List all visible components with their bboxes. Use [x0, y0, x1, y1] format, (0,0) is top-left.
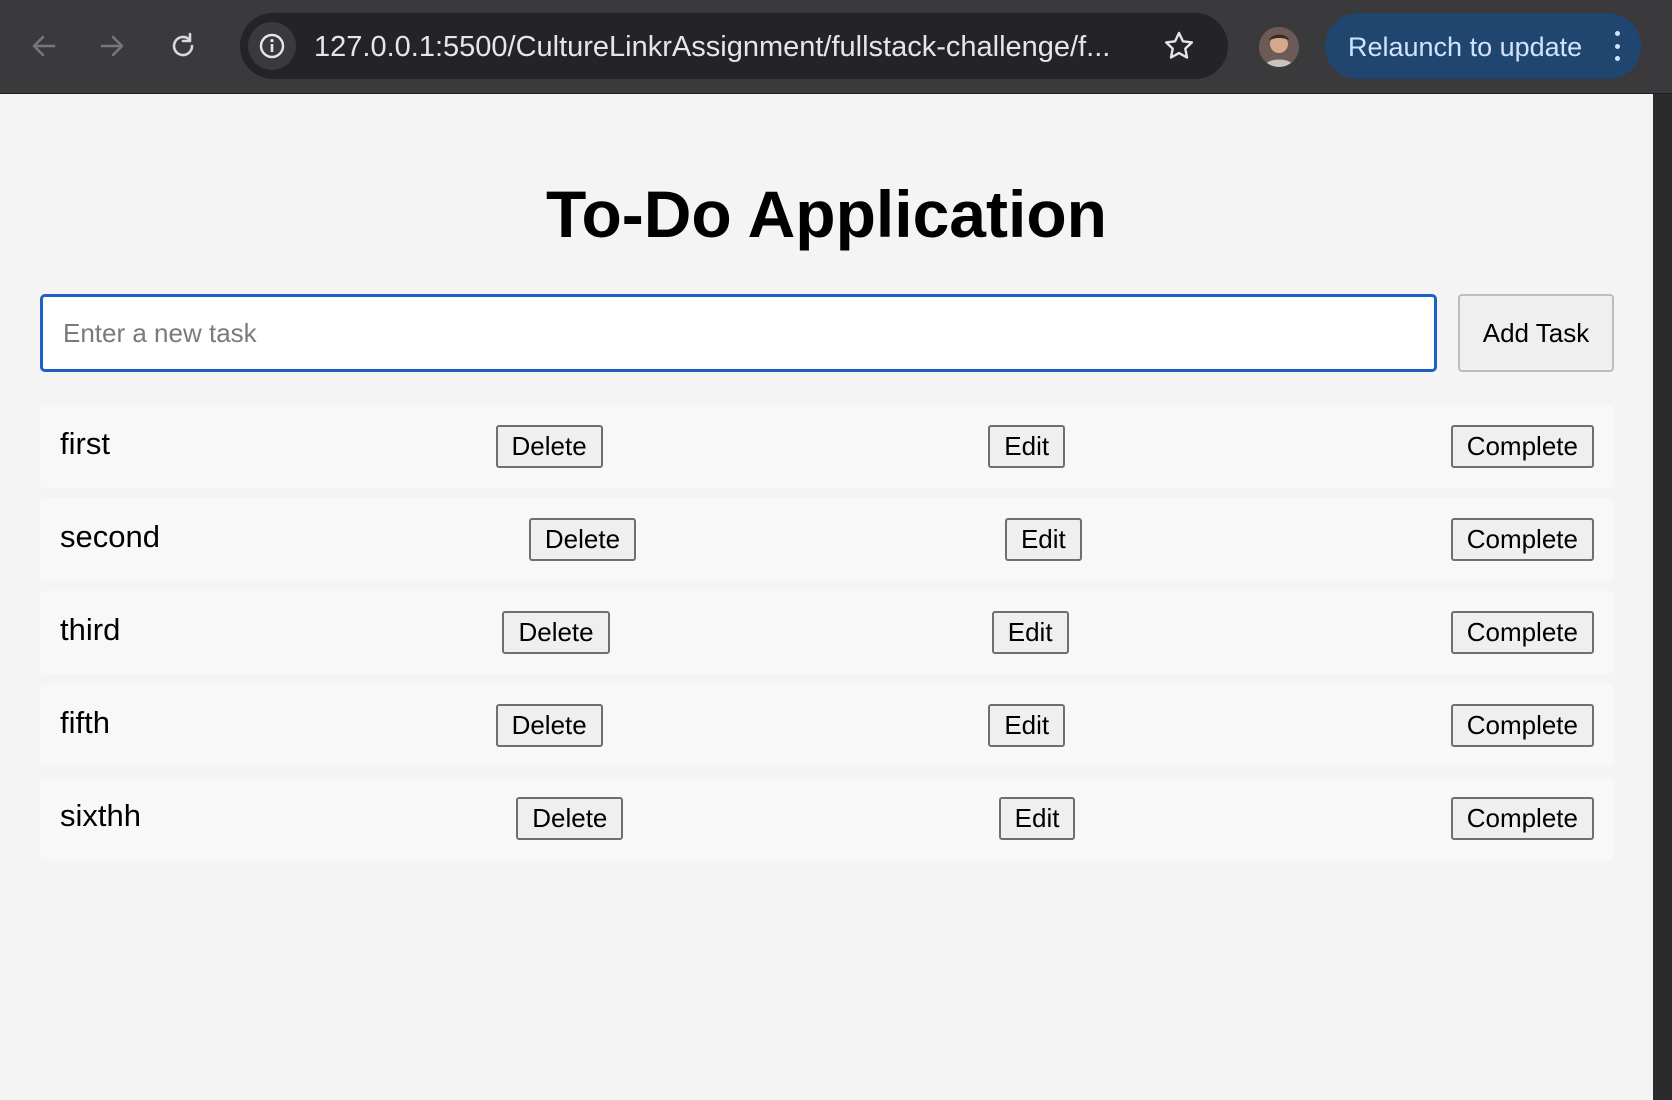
new-task-input[interactable] [40, 294, 1437, 372]
delete-button[interactable]: Delete [502, 611, 610, 654]
task-text: sixthh [60, 797, 141, 833]
task-item: third Delete Edit Complete [40, 591, 1614, 674]
edit-button[interactable]: Edit [998, 797, 1076, 840]
task-text: third [60, 611, 121, 647]
forward-arrow-icon[interactable] [92, 26, 132, 66]
task-item: sixthh Delete Edit Complete [40, 777, 1614, 860]
relaunch-label: Relaunch to update [1348, 32, 1583, 62]
task-item: second Delete Edit Complete [40, 498, 1614, 581]
edit-button[interactable]: Edit [988, 425, 1066, 468]
add-task-button[interactable]: Add Task [1458, 294, 1614, 372]
edit-button[interactable]: Edit [991, 611, 1069, 654]
address-bar[interactable]: 127.0.0.1:5500/CultureLinkrAssignment/fu… [240, 13, 1228, 79]
delete-button[interactable]: Delete [495, 704, 603, 747]
edit-button[interactable]: Edit [1004, 518, 1082, 561]
task-list: first Delete Edit Complete second Delete… [40, 405, 1614, 870]
complete-button[interactable]: Complete [1450, 704, 1594, 747]
delete-button[interactable]: Delete [528, 518, 637, 561]
complete-button[interactable]: Complete [1450, 425, 1594, 468]
window-edge [1653, 94, 1672, 1100]
page-content: To-Do Application Add Task first Delete … [0, 94, 1653, 1100]
relaunch-button[interactable]: Relaunch to update [1325, 13, 1641, 79]
url-text[interactable]: 127.0.0.1:5500/CultureLinkrAssignment/fu… [314, 31, 1144, 63]
task-text: first [60, 425, 110, 461]
browser-toolbar: 127.0.0.1:5500/CultureLinkrAssignment/fu… [0, 0, 1672, 94]
page-title: To-Do Application [546, 177, 1107, 251]
task-text: fifth [60, 704, 110, 740]
site-info-icon[interactable] [248, 22, 296, 70]
complete-button[interactable]: Complete [1450, 611, 1594, 654]
profile-avatar[interactable] [1259, 27, 1299, 67]
delete-button[interactable]: Delete [495, 425, 603, 468]
delete-button[interactable]: Delete [516, 797, 624, 840]
reload-icon[interactable] [163, 26, 203, 66]
task-item: first Delete Edit Complete [40, 405, 1614, 488]
bookmark-star-icon[interactable] [1160, 27, 1198, 65]
complete-button[interactable]: Complete [1450, 518, 1594, 561]
task-item: fifth Delete Edit Complete [40, 684, 1614, 767]
back-arrow-icon[interactable] [24, 26, 64, 66]
task-text: second [60, 518, 160, 554]
more-menu-icon[interactable] [1611, 28, 1623, 64]
edit-button[interactable]: Edit [988, 704, 1066, 747]
complete-button[interactable]: Complete [1450, 797, 1594, 840]
